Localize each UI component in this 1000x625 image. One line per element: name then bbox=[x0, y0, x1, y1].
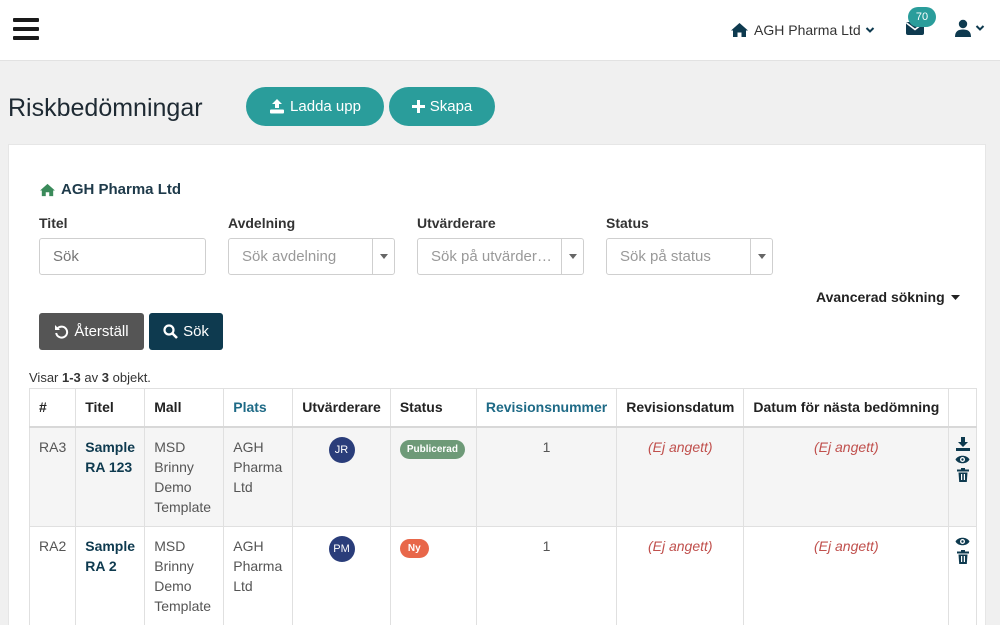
title-filter-label: Titel bbox=[39, 215, 68, 231]
org-name: AGH Pharma Ltd bbox=[61, 181, 182, 198]
eye-icon[interactable] bbox=[955, 536, 970, 547]
row-location: AGH Pharma Ltd bbox=[223, 426, 294, 527]
row-title[interactable]: Sample RA 2 bbox=[75, 526, 146, 625]
status-select[interactable]: Sök på status bbox=[606, 238, 773, 275]
row-status: Ny bbox=[390, 526, 477, 625]
row-status: Publicerad bbox=[390, 426, 477, 527]
notification-badge[interactable]: 70 bbox=[908, 7, 936, 27]
top-bar: AGH Pharma Ltd 70 bbox=[0, 0, 1000, 61]
row-title[interactable]: Sample RA 123 bbox=[75, 426, 146, 527]
chevron-down-icon bbox=[975, 24, 985, 32]
trash-icon[interactable] bbox=[956, 549, 969, 564]
search-icon bbox=[163, 324, 178, 339]
row-revision-date: (Ej angett) bbox=[616, 526, 745, 625]
user-icon bbox=[954, 19, 972, 37]
avatar: JR bbox=[328, 436, 355, 463]
company-switcher[interactable]: AGH Pharma Ltd bbox=[730, 20, 875, 40]
status-badge: Publicerad bbox=[399, 439, 465, 459]
results-total: 3 bbox=[101, 370, 109, 385]
eye-icon[interactable] bbox=[955, 454, 970, 465]
status-filter-label: Status bbox=[606, 215, 649, 231]
row-template: MSD Brinny Demo Template bbox=[144, 526, 225, 625]
home-icon bbox=[39, 183, 56, 197]
home-icon bbox=[730, 22, 749, 38]
row-next-date: (Ej angett) bbox=[743, 426, 950, 527]
company-name: AGH Pharma Ltd bbox=[754, 22, 861, 38]
table-row[interactable]: RA2 Sample RA 2 MSD Brinny Demo Template… bbox=[28, 526, 978, 625]
row-template: MSD Brinny Demo Template bbox=[144, 426, 225, 527]
avatar: PM bbox=[328, 535, 355, 562]
status-badge: Ny bbox=[399, 538, 429, 558]
department-placeholder: Sök avdelning bbox=[242, 248, 337, 265]
row-actions bbox=[948, 526, 978, 625]
download-icon[interactable] bbox=[955, 436, 970, 451]
title-search-input[interactable] bbox=[39, 238, 206, 275]
department-select[interactable]: Sök avdelning bbox=[228, 238, 395, 275]
row-id: RA2 bbox=[28, 526, 77, 625]
org-heading: AGH Pharma Ltd bbox=[39, 181, 181, 198]
advanced-search-label: Avancerad sökning bbox=[816, 289, 945, 305]
col-revision[interactable]: Revisionsnummer bbox=[476, 388, 618, 428]
col-revision-date[interactable]: Revisionsdatum bbox=[616, 388, 745, 428]
user-menu[interactable] bbox=[954, 18, 985, 38]
caret-down-icon bbox=[561, 239, 583, 274]
results-count: Visar 1-3 av 3 objekt. bbox=[29, 370, 151, 385]
col-next-date[interactable]: Datum för nästa bedömning bbox=[743, 388, 950, 428]
advanced-search-toggle[interactable]: Avancerad sökning bbox=[816, 289, 960, 305]
col-template[interactable]: Mall bbox=[144, 388, 225, 428]
row-next-date: (Ej angett) bbox=[743, 526, 950, 625]
row-location: AGH Pharma Ltd bbox=[223, 526, 294, 625]
row-evaluator: PM bbox=[292, 526, 391, 625]
row-revision: 1 bbox=[476, 526, 618, 625]
search-label: Sök bbox=[183, 323, 209, 340]
page-title: Riskbedömningar bbox=[8, 94, 203, 122]
reset-label: Återställ bbox=[74, 323, 129, 340]
create-label: Skapa bbox=[429, 98, 473, 115]
col-actions bbox=[948, 388, 978, 428]
chevron-down-icon bbox=[865, 26, 875, 34]
create-button[interactable]: Skapa bbox=[389, 87, 495, 126]
main-panel: AGH Pharma Ltd Titel Avdelning Sök avdel… bbox=[8, 144, 986, 625]
trash-icon[interactable] bbox=[956, 467, 969, 482]
department-filter-label: Avdelning bbox=[228, 215, 296, 231]
search-button[interactable]: Sök bbox=[149, 313, 223, 350]
col-title[interactable]: Titel bbox=[75, 388, 146, 428]
row-id: RA3 bbox=[28, 426, 77, 527]
reset-button[interactable]: Återställ bbox=[39, 313, 144, 350]
evaluator-select[interactable]: Sök på utvärderare bbox=[417, 238, 584, 275]
table-row[interactable]: RA3 Sample RA 123 MSD Brinny Demo Templa… bbox=[28, 426, 978, 527]
row-actions bbox=[948, 426, 978, 527]
col-id[interactable]: # bbox=[28, 388, 77, 428]
results-suffix: objekt. bbox=[109, 370, 151, 385]
upload-label: Ladda upp bbox=[290, 98, 361, 115]
caret-down-icon bbox=[372, 239, 394, 274]
row-evaluator: JR bbox=[292, 426, 391, 527]
upload-icon bbox=[269, 99, 285, 114]
upload-button[interactable]: Ladda upp bbox=[246, 87, 384, 126]
row-revision: 1 bbox=[476, 426, 618, 527]
plus-icon bbox=[411, 100, 425, 113]
col-status[interactable]: Status bbox=[390, 388, 477, 428]
hamburger-icon[interactable] bbox=[13, 18, 39, 40]
results-prefix: Visar bbox=[29, 370, 62, 385]
col-location[interactable]: Plats bbox=[223, 388, 294, 428]
row-revision-date: (Ej angett) bbox=[616, 426, 745, 527]
undo-icon bbox=[54, 324, 69, 339]
evaluator-filter-label: Utvärderare bbox=[417, 215, 496, 231]
caret-down-icon bbox=[950, 294, 960, 300]
caret-down-icon bbox=[750, 239, 772, 274]
table-header-row: # Titel Mall Plats Utvärderare Status Re… bbox=[28, 388, 978, 428]
evaluator-placeholder: Sök på utvärderare bbox=[431, 248, 556, 265]
results-middle: av bbox=[80, 370, 102, 385]
risk-table: # Titel Mall Plats Utvärderare Status Re… bbox=[28, 388, 978, 625]
col-evaluator[interactable]: Utvärderare bbox=[292, 388, 391, 428]
results-range: 1-3 bbox=[62, 370, 81, 385]
status-placeholder: Sök på status bbox=[620, 248, 711, 265]
